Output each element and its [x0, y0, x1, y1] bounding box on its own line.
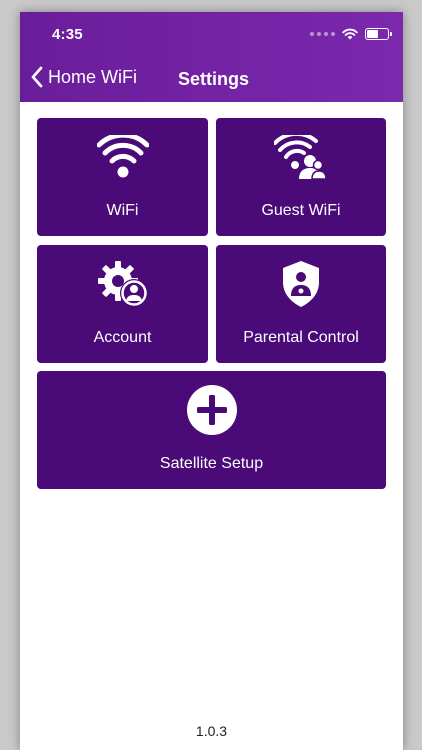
- status-icons: [310, 26, 392, 42]
- guest-wifi-tile-label: Guest WiFi: [261, 202, 341, 219]
- parental-control-tile[interactable]: Parental Control: [216, 245, 386, 363]
- chevron-left-icon: [31, 66, 43, 88]
- page-title: Settings: [178, 69, 250, 89]
- satellite-setup-tile-label: Satellite Setup: [159, 455, 264, 472]
- shield-person-icon: [283, 261, 319, 307]
- top-bar: 4:35 Home WiFi Settings: [20, 12, 403, 102]
- wifi-status-icon: [342, 28, 358, 40]
- battery-icon: [365, 28, 392, 40]
- phone-screen: 4:35 Home WiFi Settings WiFi Guest WiFi …: [20, 12, 403, 750]
- account-tile-label: Account: [93, 329, 152, 346]
- back-button-label: Home WiFi: [48, 66, 137, 87]
- wifi-tile-label: WiFi: [106, 202, 139, 219]
- wifi-tile[interactable]: WiFi: [37, 118, 208, 236]
- signal-dots-icon: [310, 32, 335, 36]
- wifi-icon: [96, 135, 149, 178]
- account-gear-icon: [97, 261, 148, 307]
- plus-circle-icon: [186, 385, 237, 435]
- guest-wifi-icon: [274, 135, 327, 179]
- satellite-setup-tile[interactable]: Satellite Setup: [37, 371, 386, 489]
- status-time: 4:35: [52, 26, 83, 43]
- app-version: 1.0.3: [195, 723, 228, 739]
- account-tile[interactable]: Account: [37, 245, 208, 363]
- parental-control-tile-label: Parental Control: [243, 329, 359, 346]
- back-button[interactable]: Home WiFi: [30, 66, 137, 88]
- guest-wifi-tile[interactable]: Guest WiFi: [216, 118, 386, 236]
